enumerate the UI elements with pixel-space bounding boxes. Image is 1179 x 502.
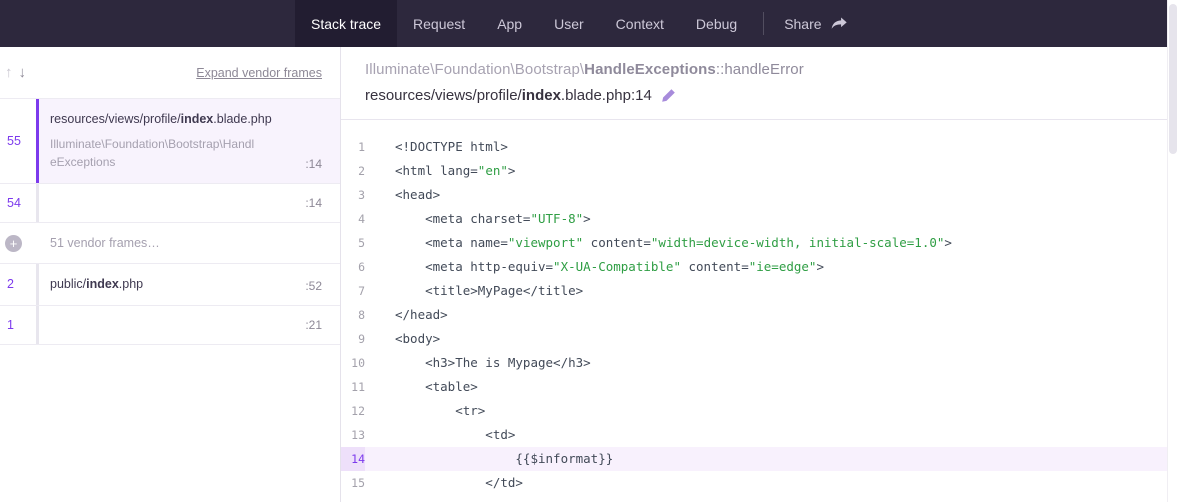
code-viewer: 1<!DOCTYPE html>2<html lang="en">3<head>… xyxy=(341,119,1167,495)
code-line: 8</head> xyxy=(341,303,1167,327)
stack-frame-55[interactable]: 55 resources/views/profile/index.blade.p… xyxy=(0,99,340,184)
frame-number: 2 xyxy=(0,264,36,304)
frame-header: Illuminate\Foundation\Bootstrap\HandleEx… xyxy=(341,47,1167,119)
next-frame-arrow-icon[interactable]: ↓ xyxy=(16,62,30,83)
main-panel: Illuminate\Foundation\Bootstrap\HandleEx… xyxy=(341,47,1167,502)
code-line: 6 <meta http-equiv="X-UA-Compatible" con… xyxy=(341,255,1167,279)
sidebar-header: ↑ ↓ Expand vendor frames xyxy=(0,47,340,99)
frame-line-number: :14 xyxy=(305,196,322,210)
code-line: 5 <meta name="viewport" content="width=d… xyxy=(341,231,1167,255)
line-number: 1 xyxy=(341,135,365,159)
expand-vendor-frames-link[interactable]: Expand vendor frames xyxy=(196,66,322,80)
line-number: 10 xyxy=(341,351,365,375)
stack-frames-sidebar: ↑ ↓ Expand vendor frames 55 resources/vi… xyxy=(0,47,341,502)
navbar-tabs: Stack trace Request App User Context Deb… xyxy=(295,0,753,47)
code-line: 2<html lang="en"> xyxy=(341,159,1167,183)
line-number: 12 xyxy=(341,399,365,423)
code-line: 4 <meta charset="UTF-8"> xyxy=(341,207,1167,231)
code-text: </head> xyxy=(365,303,448,327)
scrollbar-thumb[interactable] xyxy=(1169,4,1177,154)
frame-file: public/index.php xyxy=(50,276,143,292)
line-number: 6 xyxy=(341,255,365,279)
previous-frame-arrow-icon[interactable]: ↑ xyxy=(2,62,16,83)
line-number: 9 xyxy=(341,327,365,351)
tab-request[interactable]: Request xyxy=(397,0,481,47)
code-line: 14 {{$informat}} xyxy=(341,447,1167,471)
line-number: 14 xyxy=(341,447,365,471)
code-text: <table> xyxy=(365,375,478,399)
frame-line-number: :52 xyxy=(305,279,322,293)
code-text: <meta http-equiv="X-UA-Compatible" conte… xyxy=(365,255,824,279)
code-text: <html lang="en"> xyxy=(365,159,515,183)
stack-frame-54[interactable]: 54 :14 xyxy=(0,184,340,223)
code-text: <body> xyxy=(365,327,440,351)
share-label: Share xyxy=(784,16,821,32)
frame-number: 54 xyxy=(0,184,36,222)
code-line: 12 <tr> xyxy=(341,399,1167,423)
code-line: 11 <table> xyxy=(341,375,1167,399)
code-text: <h3>The is Mypage</h3> xyxy=(365,351,591,375)
code-line: 13 <td> xyxy=(341,423,1167,447)
expand-plus-icon[interactable]: + xyxy=(5,235,22,252)
stack-frame-1[interactable]: 1 :21 xyxy=(0,306,340,345)
share-button[interactable]: Share xyxy=(764,0,866,47)
code-line: 10 <h3>The is Mypage</h3> xyxy=(341,351,1167,375)
tab-debug[interactable]: Debug xyxy=(680,0,753,47)
frame-number: 1 xyxy=(0,306,36,344)
tab-context[interactable]: Context xyxy=(600,0,680,47)
line-number: 15 xyxy=(341,471,365,495)
edit-in-editor-pencil-icon[interactable] xyxy=(661,88,676,103)
frame-line-number: :14 xyxy=(305,157,322,171)
code-line: 9<body> xyxy=(341,327,1167,351)
code-line: 15 </td> xyxy=(341,471,1167,495)
exception-handler-title: Illuminate\Foundation\Bootstrap\HandleEx… xyxy=(365,61,1143,78)
code-text: </td> xyxy=(365,471,523,495)
code-line: 3<head> xyxy=(341,183,1167,207)
line-number: 13 xyxy=(341,423,365,447)
code-text: <td> xyxy=(365,423,515,447)
code-text: <meta charset="UTF-8"> xyxy=(365,207,591,231)
frame-method: Illuminate\Foundation\Bootstrap\HandleEx… xyxy=(50,135,255,171)
tab-user[interactable]: User xyxy=(538,0,600,47)
vendor-frames-row[interactable]: + 51 vendor frames… xyxy=(0,223,340,264)
line-number: 7 xyxy=(341,279,365,303)
code-lines: 1<!DOCTYPE html>2<html lang="en">3<head>… xyxy=(341,135,1167,495)
tab-app[interactable]: App xyxy=(481,0,538,47)
code-text: {{$informat}} xyxy=(365,447,613,471)
code-text: <head> xyxy=(365,183,440,207)
share-icon xyxy=(831,17,847,31)
line-number: 5 xyxy=(341,231,365,255)
line-number: 8 xyxy=(341,303,365,327)
code-text: <!DOCTYPE html> xyxy=(365,135,508,159)
line-number: 2 xyxy=(341,159,365,183)
line-number: 3 xyxy=(341,183,365,207)
tab-stack-trace[interactable]: Stack trace xyxy=(295,0,397,47)
vendor-frames-label: 51 vendor frames… xyxy=(36,223,178,263)
code-line: 7 <title>MyPage</title> xyxy=(341,279,1167,303)
stack-frame-2[interactable]: 2 public/index.php :52 xyxy=(0,264,340,305)
error-page: Stack trace Request App User Context Deb… xyxy=(0,0,1179,502)
code-text: <meta name="viewport" content="width=dev… xyxy=(365,231,952,255)
frame-file: resources/views/profile/index.blade.php xyxy=(50,111,322,127)
navbar: Stack trace Request App User Context Deb… xyxy=(0,0,1167,47)
line-number: 11 xyxy=(341,375,365,399)
frame-line-number: :21 xyxy=(305,318,322,332)
code-text: <tr> xyxy=(365,399,485,423)
page-scrollbar[interactable] xyxy=(1167,0,1179,502)
current-file-path: resources/views/profile/index.blade.php:… xyxy=(365,87,652,104)
line-number: 4 xyxy=(341,207,365,231)
frame-number: 55 xyxy=(0,99,36,183)
code-line: 1<!DOCTYPE html> xyxy=(341,135,1167,159)
code-text: <title>MyPage</title> xyxy=(365,279,583,303)
